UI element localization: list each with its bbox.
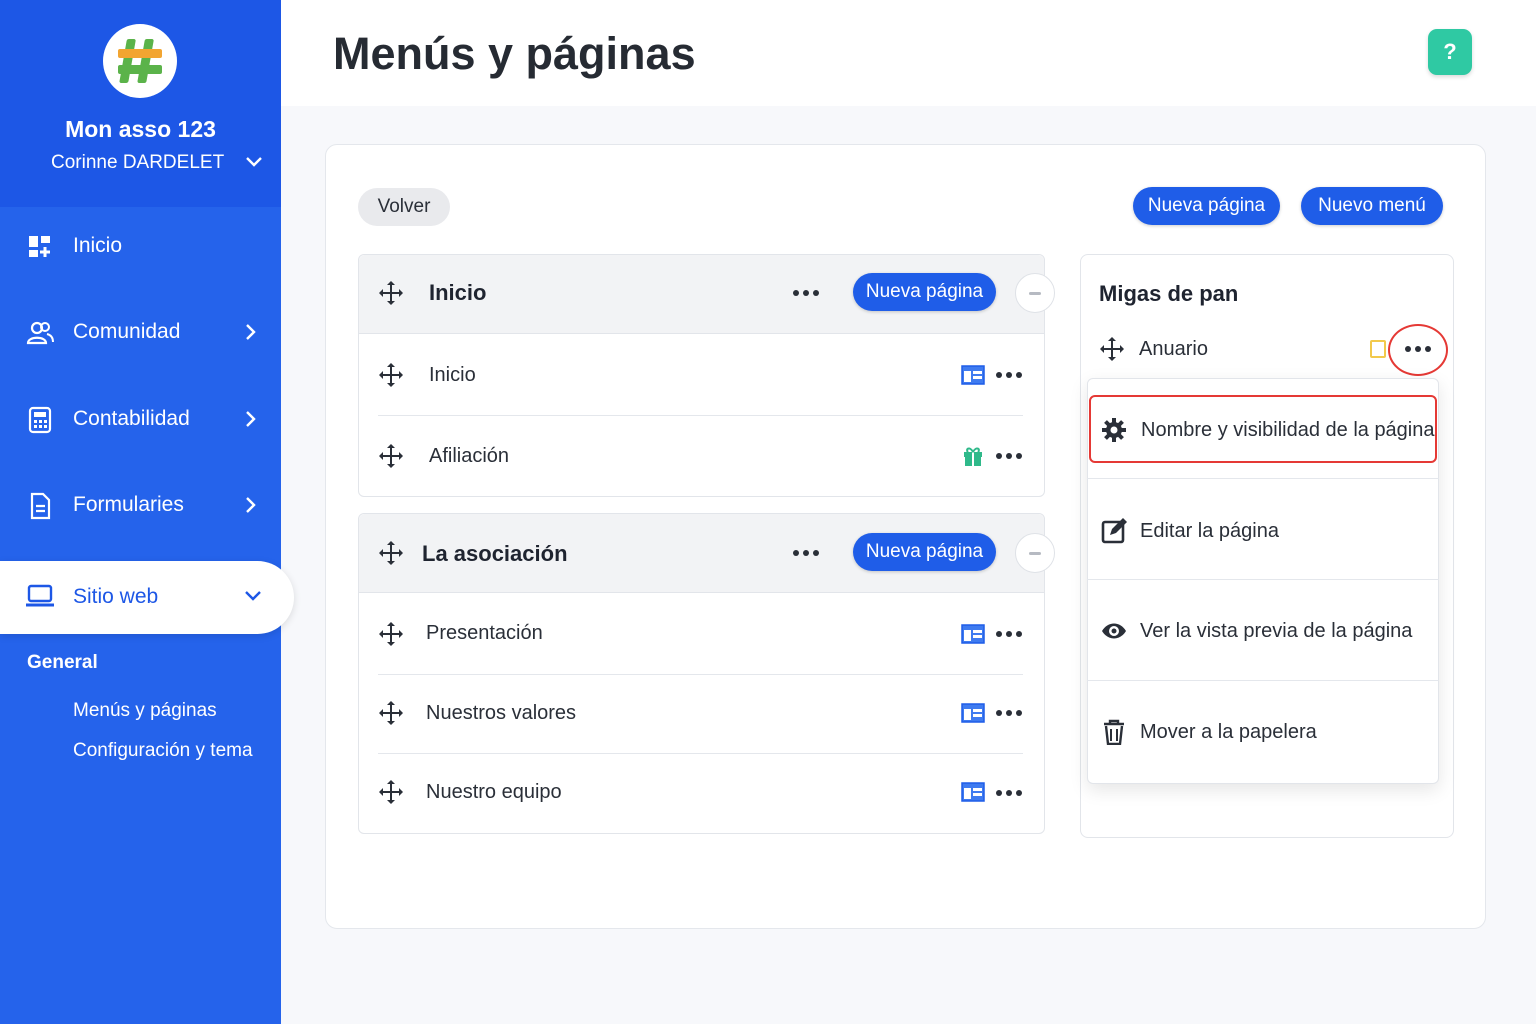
- page-icon: [961, 782, 985, 802]
- sidebar-item-label: Formularies: [73, 493, 184, 516]
- highlight-circle: [1388, 324, 1448, 376]
- new-menu-button[interactable]: Nuevo menú: [1301, 187, 1443, 225]
- new-page-button[interactable]: Nueva página: [1133, 187, 1280, 225]
- menu-title: Inicio: [429, 280, 487, 305]
- sidebar-header: Mon asso 123 Corinne DARDELET: [0, 0, 281, 207]
- menu-item-label: Editar la página: [1140, 520, 1279, 542]
- more-options-icon[interactable]: [995, 629, 1023, 639]
- section-title-general: General: [27, 652, 98, 673]
- page-label[interactable]: Nuestros valores: [426, 702, 576, 725]
- menu-new-page-button[interactable]: Nueva página: [853, 533, 996, 571]
- more-options-icon[interactable]: [792, 288, 820, 298]
- page-icon: [961, 703, 985, 723]
- drag-handle-icon[interactable]: [378, 540, 404, 566]
- page-header: Menús y páginas ?: [281, 0, 1536, 106]
- row-divider: [378, 674, 1023, 675]
- page-label[interactable]: Afiliación: [429, 445, 509, 468]
- breadcrumb-item-label[interactable]: Anuario: [1139, 338, 1208, 361]
- page-title: Menús y páginas: [333, 28, 696, 79]
- sidebar-item-label: Comunidad: [73, 320, 181, 343]
- more-options-icon[interactable]: [995, 708, 1023, 718]
- trash-icon: [1104, 719, 1124, 745]
- sidebar-item-contabilidad[interactable]: Contabilidad: [0, 394, 281, 444]
- highlight-box: [1089, 395, 1437, 463]
- drag-handle-icon[interactable]: [378, 280, 404, 306]
- sidebar-item-sitio-web[interactable]: Sitio web: [0, 561, 294, 634]
- calculator-icon: [28, 406, 52, 434]
- help-button[interactable]: ?: [1428, 29, 1472, 75]
- drag-handle-icon[interactable]: [378, 362, 404, 388]
- menu-divider: [1087, 478, 1439, 479]
- row-divider: [378, 753, 1023, 754]
- chevron-down-icon: [245, 591, 261, 601]
- page-label[interactable]: Presentación: [426, 622, 543, 645]
- sidebar-item-formularies[interactable]: Formularies: [0, 480, 281, 530]
- menu-item-label: Mover a la papelera: [1140, 721, 1317, 743]
- chevron-right-icon: [246, 324, 256, 340]
- page-icon: [961, 624, 985, 644]
- sidebar-item-inicio[interactable]: Inicio: [0, 221, 281, 271]
- back-button[interactable]: Volver: [358, 188, 450, 226]
- page-status-icon: [1370, 340, 1386, 358]
- page-icon: [961, 365, 985, 385]
- sidebar-item-label: Sitio web: [73, 585, 159, 608]
- drag-handle-icon[interactable]: [1099, 336, 1125, 362]
- users-icon: [26, 321, 54, 345]
- sidebar-item-comunidad[interactable]: Comunidad: [0, 307, 281, 357]
- drag-handle-icon[interactable]: [378, 621, 404, 647]
- eye-icon: [1102, 623, 1126, 639]
- chevron-right-icon: [246, 411, 256, 427]
- breadcrumbs-title: Migas de pan: [1099, 281, 1239, 306]
- user-name[interactable]: Corinne DARDELET: [51, 152, 224, 174]
- sub-link-configuracion-tema[interactable]: Configuración y tema: [73, 740, 253, 762]
- sub-link-menus-paginas[interactable]: Menús y páginas: [73, 700, 217, 722]
- more-options-icon[interactable]: [792, 548, 820, 558]
- chevron-right-icon: [246, 497, 256, 513]
- laptop-icon: [26, 584, 54, 607]
- more-options-icon[interactable]: [995, 788, 1023, 798]
- more-options-icon[interactable]: [995, 370, 1023, 380]
- hashtag-logo-icon: [118, 39, 162, 83]
- row-divider: [378, 415, 1023, 416]
- org-name: Mon asso 123: [65, 116, 216, 142]
- menu-title: La asociación: [422, 541, 568, 566]
- drag-handle-icon[interactable]: [378, 443, 404, 469]
- menu-item-move-to-trash[interactable]: Mover a la papelera: [1087, 681, 1439, 781]
- page-label[interactable]: Nuestro equipo: [426, 781, 562, 804]
- drag-handle-icon[interactable]: [378, 779, 404, 805]
- menu-item-edit-page[interactable]: Editar la página: [1087, 480, 1439, 580]
- menu-new-page-button[interactable]: Nueva página: [853, 273, 996, 311]
- dashboard-icon: [29, 236, 50, 257]
- org-logo[interactable]: [103, 24, 177, 98]
- menu-item-preview-page[interactable]: Ver la vista previa de la página: [1087, 580, 1439, 680]
- collapse-button[interactable]: [1015, 533, 1055, 573]
- sidebar: Mon asso 123 Corinne DARDELET Inicio Com…: [0, 0, 294, 1024]
- sidebar-item-label: Contabilidad: [73, 407, 190, 430]
- collapse-button[interactable]: [1015, 273, 1055, 313]
- document-icon: [30, 492, 51, 520]
- edit-icon: [1101, 518, 1127, 544]
- more-options-icon[interactable]: [995, 451, 1023, 461]
- sidebar-item-label: Inicio: [73, 234, 123, 257]
- page-label[interactable]: Inicio: [429, 364, 476, 387]
- gift-icon: [964, 447, 982, 466]
- chevron-down-icon[interactable]: [245, 156, 263, 168]
- menu-item-label: Ver la vista previa de la página: [1140, 620, 1413, 642]
- drag-handle-icon[interactable]: [378, 700, 404, 726]
